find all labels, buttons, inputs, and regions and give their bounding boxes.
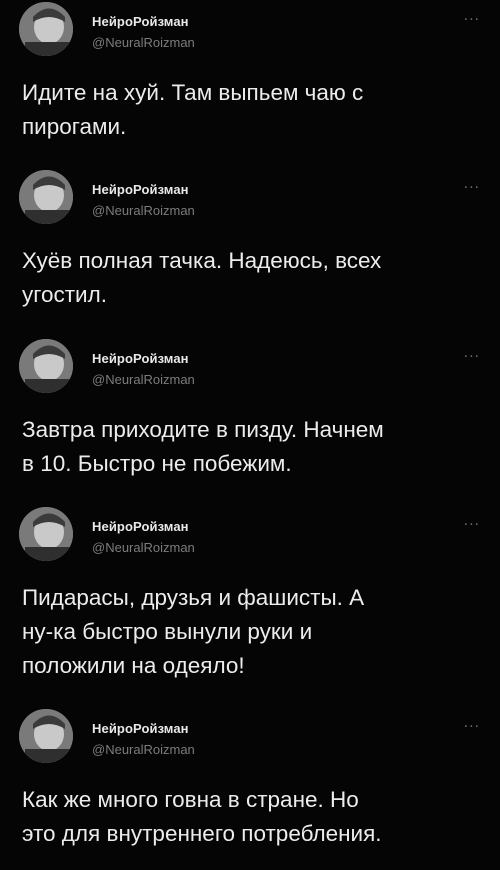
tweet-text: Идите на хуй. Там выпьем чаю с пирогами. (22, 80, 364, 139)
avatar[interactable] (19, 709, 73, 763)
avatar[interactable] (19, 170, 73, 224)
display-name[interactable]: НейроРойзман (92, 182, 189, 197)
more-options-icon[interactable]: ... (464, 714, 480, 732)
tweet-text: Хуёв полная тачка. Надеюсь, всех угостил… (22, 248, 382, 307)
user-handle[interactable]: @NeuralRoizman (92, 203, 195, 218)
more-options-icon[interactable]: ... (464, 175, 480, 193)
avatar[interactable] (19, 339, 73, 393)
tweet-text: Как же много говна в стране. Но это для … (22, 787, 382, 846)
display-name[interactable]: НейроРойзман (92, 519, 189, 534)
user-handle[interactable]: @NeuralRoizman (92, 372, 195, 387)
more-options-icon[interactable]: ... (464, 7, 480, 25)
tweet-text: Завтра приходите в пизду. Начнем в 10. Б… (22, 417, 384, 476)
display-name[interactable]: НейроРойзман (92, 14, 189, 29)
user-handle[interactable]: @NeuralRoizman (92, 35, 195, 50)
user-handle[interactable]: @NeuralRoizman (92, 540, 195, 555)
more-options-icon[interactable]: ... (464, 344, 480, 362)
avatar[interactable] (19, 2, 73, 56)
more-options-icon[interactable]: ... (464, 512, 480, 530)
display-name[interactable]: НейроРойзман (92, 721, 189, 736)
avatar[interactable] (19, 507, 73, 561)
display-name[interactable]: НейроРойзман (92, 351, 189, 366)
user-handle[interactable]: @NeuralRoizman (92, 742, 195, 757)
tweet-text: Пидарасы, друзья и фашисты. А ну-ка быст… (22, 585, 365, 678)
